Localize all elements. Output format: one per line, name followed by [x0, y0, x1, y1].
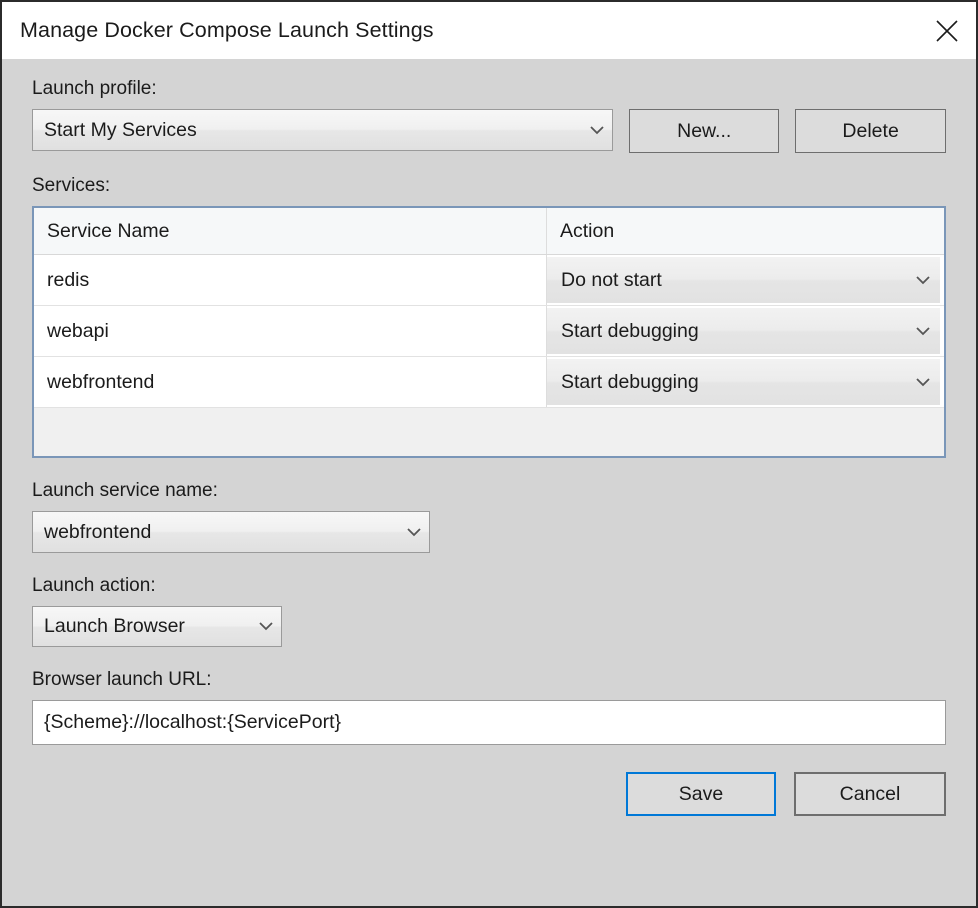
service-action-combobox[interactable]: Do not start — [547, 257, 940, 303]
cell-action: Start debugging — [547, 357, 944, 407]
manage-docker-compose-launch-settings-dialog: Manage Docker Compose Launch Settings La… — [0, 0, 978, 908]
launch-service-name-label: Launch service name: — [32, 480, 218, 501]
dialog-footer: Save Cancel — [32, 772, 946, 816]
title-bar: Manage Docker Compose Launch Settings — [2, 2, 976, 59]
launch-action-value: Launch Browser — [44, 615, 185, 637]
delete-profile-button[interactable]: Delete — [795, 109, 946, 153]
service-action-value: Do not start — [561, 268, 662, 291]
cell-action: Do not start — [547, 255, 944, 305]
services-grid-header: Service Name Action — [34, 208, 944, 255]
chevron-down-icon — [906, 377, 940, 388]
launch-service-name-combobox[interactable]: webfrontend — [32, 511, 430, 553]
service-action-value: Start debugging — [561, 370, 699, 393]
browser-launch-url-label: Browser launch URL: — [32, 669, 212, 690]
launch-profile-label: Launch profile: — [32, 78, 157, 99]
cell-action: Start debugging — [547, 306, 944, 356]
cancel-button[interactable]: Cancel — [794, 772, 946, 816]
cell-service-name: redis — [34, 255, 547, 305]
dialog-body: Launch profile: Start My Services New...… — [2, 59, 976, 906]
table-row[interactable]: webfrontend Start debugging — [34, 357, 944, 408]
services-grid[interactable]: Service Name Action redis Do not start w… — [32, 206, 946, 458]
chevron-down-icon — [399, 527, 429, 538]
new-profile-button[interactable]: New... — [629, 109, 780, 153]
close-button[interactable] — [918, 3, 976, 58]
column-header-service-name[interactable]: Service Name — [34, 208, 547, 254]
launch-service-name-value: webfrontend — [44, 520, 152, 543]
chevron-down-icon — [906, 326, 940, 337]
launch-profile-combobox[interactable]: Start My Services — [32, 109, 614, 151]
services-label: Services: — [32, 175, 111, 196]
chevron-down-icon — [251, 621, 281, 632]
grid-empty-area — [34, 408, 944, 456]
close-icon — [934, 18, 960, 44]
launch-profile-value: Start My Services — [44, 118, 197, 141]
launch-profile-row: Start My Services New... Delete — [32, 109, 946, 153]
service-action-combobox[interactable]: Start debugging — [547, 359, 940, 405]
table-row[interactable]: webapi Start debugging — [34, 306, 944, 357]
save-button[interactable]: Save — [626, 772, 776, 816]
browser-launch-url-input[interactable]: {Scheme}://localhost:{ServicePort} — [32, 700, 946, 745]
column-header-action[interactable]: Action — [547, 208, 944, 254]
launch-action-combobox[interactable]: Launch Browser — [32, 606, 282, 647]
launch-action-label: Launch action: — [32, 575, 156, 596]
page-title: Manage Docker Compose Launch Settings — [20, 18, 434, 42]
cell-service-name: webapi — [34, 306, 547, 356]
service-action-value: Start debugging — [561, 319, 699, 342]
service-action-combobox[interactable]: Start debugging — [547, 308, 940, 354]
chevron-down-icon — [582, 125, 612, 136]
table-row[interactable]: redis Do not start — [34, 255, 944, 306]
chevron-down-icon — [906, 275, 940, 286]
cell-service-name: webfrontend — [34, 357, 547, 407]
